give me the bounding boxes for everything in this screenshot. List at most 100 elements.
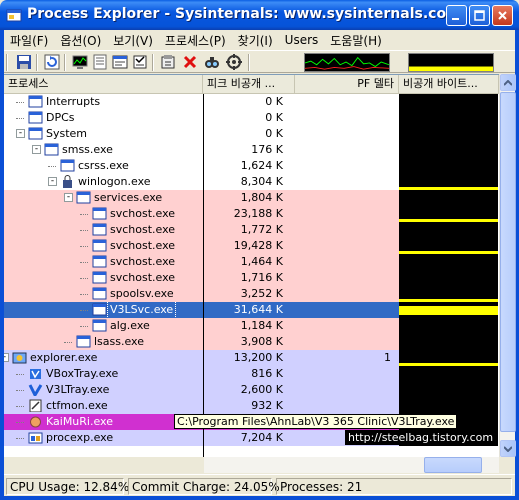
tree-collapse-icon[interactable]: -: [16, 129, 25, 138]
process-row[interactable]: svchost.exe 19,428 K: [4, 238, 499, 254]
process-row[interactable]: Interrupts 0 K: [4, 94, 499, 110]
minimize-button[interactable]: [446, 5, 467, 26]
process-name-cell[interactable]: - winlogon.exe: [4, 174, 203, 190]
process-row[interactable]: VBoxTray.exe 816 K: [4, 366, 499, 382]
process-row[interactable]: - System 0 K: [4, 126, 499, 142]
process-row[interactable]: - services.exe 1,804 K: [4, 190, 499, 206]
scroll-down-button[interactable]: [500, 440, 516, 457]
window-icon[interactable]: [112, 54, 128, 70]
peak-private-bytes-cell: 0 K: [203, 110, 291, 126]
tree-collapse-icon[interactable]: -: [48, 177, 57, 186]
process-window-icon: [76, 335, 91, 348]
pf-delta-cell: [291, 270, 399, 286]
save-icon[interactable]: [16, 54, 32, 70]
process-name-cell[interactable]: procexp.exe: [4, 430, 203, 446]
process-vbox-icon: [30, 369, 41, 379]
vertical-scrollbar[interactable]: [499, 74, 516, 457]
title-bar[interactable]: Process Explorer - Sysinternals: www.sys…: [0, 0, 519, 30]
menu-options[interactable]: 옵션(O): [54, 32, 107, 49]
process-name-cell[interactable]: V3LTray.exe: [4, 382, 203, 398]
properties-icon[interactable]: [132, 54, 148, 70]
process-row[interactable]: lsass.exe 3,908 K: [4, 334, 499, 350]
process-window-icon: [92, 223, 107, 236]
process-name-cell[interactable]: alg.exe: [4, 318, 203, 334]
pf-delta-cell: [291, 126, 399, 142]
process-name-cell[interactable]: V3LSvc.exe: [4, 302, 203, 318]
tree-connector: [80, 214, 88, 215]
tree-collapse-icon[interactable]: -: [64, 193, 73, 202]
target-icon[interactable]: [160, 54, 176, 70]
process-row[interactable]: ctfmon.exe 932 K: [4, 398, 499, 414]
tree-collapse-icon[interactable]: -: [32, 145, 41, 154]
column-header-peak-private[interactable]: 피크 비공개 ...: [203, 75, 295, 93]
column-header-process[interactable]: 프로세스: [4, 75, 203, 93]
peak-private-bytes-cell: 31,644 K: [203, 302, 291, 318]
find-icon[interactable]: [204, 54, 220, 70]
private-bytes-graph-cell: [399, 238, 498, 254]
menu-help[interactable]: 도움말(H): [324, 32, 388, 49]
process-row[interactable]: spoolsv.exe 3,252 K: [4, 286, 499, 302]
process-name-cell[interactable]: DPCs: [4, 110, 203, 126]
horizontal-scroll-thumb[interactable]: [424, 457, 482, 473]
peak-private-bytes-cell: 1,716 K: [203, 270, 291, 286]
dll-view-icon[interactable]: [92, 54, 108, 70]
process-name-cell[interactable]: svchost.exe: [4, 238, 203, 254]
process-name-cell[interactable]: svchost.exe: [4, 254, 203, 270]
column-header-private-bytes-graph[interactable]: 비공개 바이트...: [399, 75, 499, 93]
menu-process[interactable]: 프로세스(P): [159, 32, 232, 49]
process-row[interactable]: V3LTray.exe 2,600 K: [4, 382, 499, 398]
process-row[interactable]: svchost.exe 1,716 K: [4, 270, 499, 286]
process-window-icon: [92, 287, 107, 300]
process-name-cell[interactable]: lsass.exe: [4, 334, 203, 350]
horizontal-scrollbar[interactable]: [204, 457, 499, 473]
menu-users[interactable]: Users: [279, 33, 325, 47]
process-name: svchost.exe: [110, 255, 176, 268]
process-list[interactable]: 프로세스 피크 비공개 ... PF 델타 비공개 바이트... Interru…: [4, 74, 499, 457]
process-name-cell[interactable]: ctfmon.exe: [4, 398, 203, 414]
process-name-cell[interactable]: svchost.exe: [4, 270, 203, 286]
pf-delta-cell: [291, 174, 399, 190]
kill-icon[interactable]: [182, 54, 198, 70]
process-name-cell[interactable]: svchost.exe: [4, 206, 203, 222]
pf-delta-cell: [291, 110, 399, 126]
private-bytes-graph-cell: [399, 366, 498, 382]
process-row[interactable]: DPCs 0 K: [4, 110, 499, 126]
menu-view[interactable]: 보기(V): [107, 32, 159, 49]
process-row[interactable]: csrss.exe 1,624 K: [4, 158, 499, 174]
crosshair-icon[interactable]: [226, 54, 242, 70]
process-name-cell[interactable]: - services.exe: [4, 190, 203, 206]
process-row[interactable]: svchost.exe 23,188 K: [4, 206, 499, 222]
scroll-up-button[interactable]: [500, 74, 516, 91]
process-row[interactable]: - explorer.exe 13,200 K1: [4, 350, 499, 366]
private-bytes-graph-cell: [399, 302, 498, 318]
close-button[interactable]: [492, 5, 513, 26]
vertical-scroll-thumb[interactable]: [500, 92, 516, 432]
column-divider: [203, 94, 204, 457]
process-name-cell[interactable]: - explorer.exe: [4, 350, 203, 366]
process-row[interactable]: - winlogon.exe 8,304 K: [4, 174, 499, 190]
refresh-icon[interactable]: [44, 54, 60, 70]
tree-collapse-icon[interactable]: -: [4, 353, 9, 362]
cpu-graph[interactable]: [304, 53, 390, 72]
menu-file[interactable]: 파일(F): [4, 32, 54, 49]
process-name-cell[interactable]: - smss.exe: [4, 142, 203, 158]
maximize-button[interactable]: [469, 5, 490, 26]
process-row[interactable]: - smss.exe 176 K: [4, 142, 499, 158]
system-info-icon[interactable]: [72, 54, 88, 70]
column-header-pf-delta[interactable]: PF 델타: [295, 75, 399, 93]
process-row[interactable]: svchost.exe 1,464 K: [4, 254, 499, 270]
menu-find[interactable]: 찾기(I): [232, 32, 279, 49]
memory-graph[interactable]: [408, 53, 494, 72]
process-name-cell[interactable]: spoolsv.exe: [4, 286, 203, 302]
private-bytes-bar: [399, 306, 498, 315]
process-name-cell[interactable]: - System: [4, 126, 203, 142]
process-explorer-icon: [12, 352, 27, 364]
process-row[interactable]: alg.exe 1,184 K: [4, 318, 499, 334]
process-name-cell[interactable]: csrss.exe: [4, 158, 203, 174]
process-name-cell[interactable]: VBoxTray.exe: [4, 366, 203, 382]
process-name-cell[interactable]: svchost.exe: [4, 222, 203, 238]
process-row[interactable]: V3LSvc.exe 31,644 K: [4, 302, 499, 318]
process-name-cell[interactable]: Interrupts: [4, 94, 203, 110]
process-row[interactable]: svchost.exe 1,772 K: [4, 222, 499, 238]
tree-connector: [16, 102, 24, 103]
